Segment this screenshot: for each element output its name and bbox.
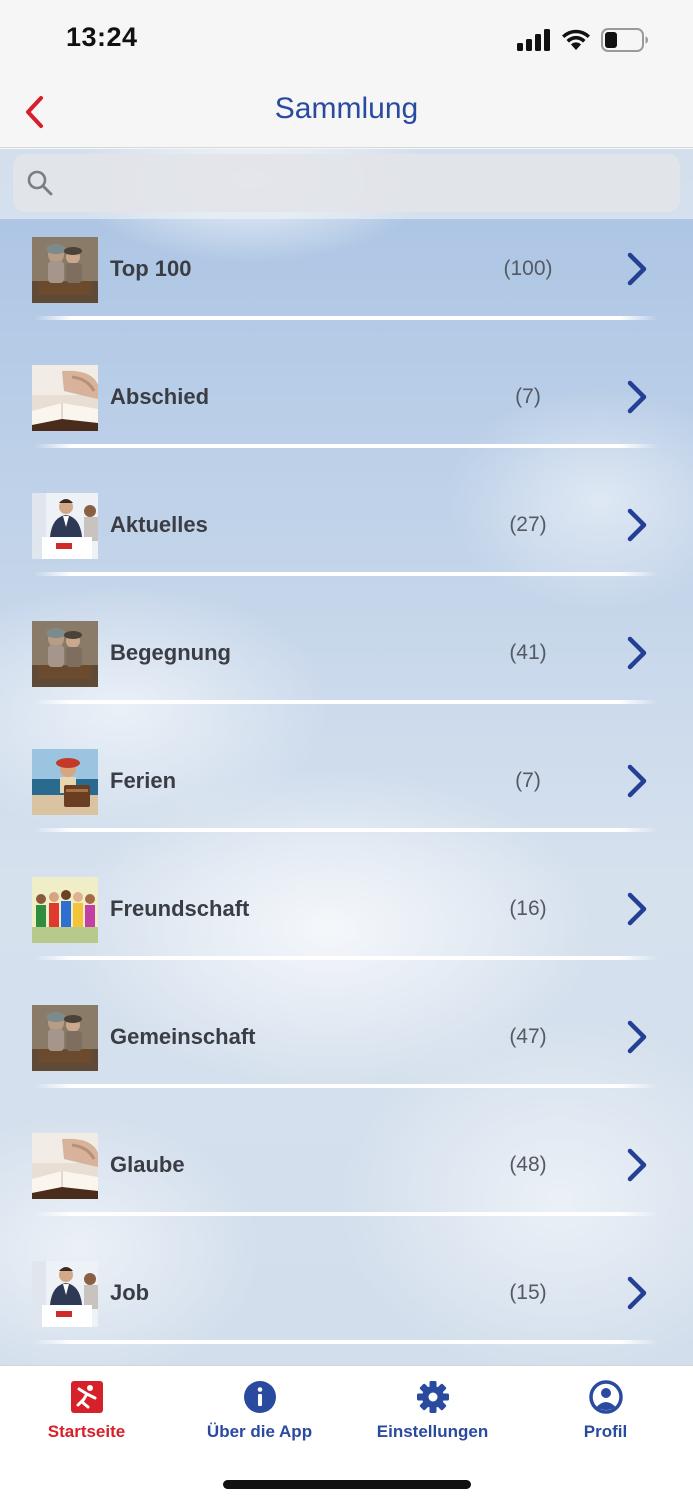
chevron-right-icon <box>622 1019 652 1055</box>
status-bar: 13:24 <box>0 0 693 76</box>
list-item-label: Top 100 <box>110 256 192 281</box>
list-item-count: (48) <box>509 1153 547 1176</box>
hands-bible-thumbnail <box>32 1133 98 1199</box>
list-item-label: Glaube <box>110 1152 185 1177</box>
wifi-icon <box>562 29 590 50</box>
tab-label-ueber-die-app: Über die App <box>206 1422 313 1441</box>
list-item[interactable]: Gemeinschaft (47) <box>0 941 693 1088</box>
status-icons <box>517 26 649 54</box>
home-logo-icon <box>70 1381 103 1413</box>
list-item-label: Begegnung <box>110 640 231 665</box>
chevron-right-icon <box>622 635 652 671</box>
office-meeting-thumbnail <box>32 493 98 559</box>
tab-label-startseite: Startseite <box>47 1422 126 1441</box>
search-icon <box>27 170 53 196</box>
tab-ueber-die-app[interactable]: Über die App <box>173 1366 346 1456</box>
beach-child-thumbnail <box>32 749 98 815</box>
list-divider <box>34 1340 658 1344</box>
couple-thumbnail <box>32 621 98 687</box>
tab-label-einstellungen: Einstellungen <box>376 1422 489 1441</box>
status-time: 13:24 <box>66 22 138 52</box>
list-item-count: (7) <box>515 385 541 408</box>
couple-thumbnail <box>32 1005 98 1071</box>
list-item-count: (16) <box>509 897 547 920</box>
chevron-right-icon <box>622 763 652 799</box>
tab-bar: Startseite Über die App Einstellungen Pr… <box>0 1365 693 1500</box>
home-indicator <box>223 1480 471 1489</box>
category-list: Top 100 (100) Abschied (7) Aktuelles (27) Bege… <box>0 173 693 1344</box>
list-item-count: (41) <box>509 641 547 664</box>
list-item-label: Gemeinschaft <box>110 1024 256 1049</box>
search-input[interactable] <box>13 154 680 212</box>
list-item[interactable]: Begegnung (41) <box>0 557 693 704</box>
list-item[interactable]: Job (15) <box>0 1197 693 1344</box>
list-item-count: (47) <box>509 1025 547 1048</box>
list-item-count: (15) <box>509 1281 547 1304</box>
list-item[interactable]: Glaube (48) <box>0 1069 693 1216</box>
chevron-right-icon <box>622 891 652 927</box>
chevron-right-icon <box>622 251 652 287</box>
list-item[interactable]: Ferien (7) <box>0 685 693 832</box>
chevron-right-icon <box>622 507 652 543</box>
children-group-thumbnail <box>32 877 98 943</box>
list-item-label: Job <box>110 1280 150 1305</box>
navigation-bar: Sammlung <box>0 76 693 148</box>
battery-icon <box>601 28 648 52</box>
info-icon <box>243 1381 276 1413</box>
content-area: Top 100 (100) Abschied (7) Aktuelles (27) Bege… <box>0 149 693 1365</box>
list-item-count: (100) <box>503 257 553 280</box>
list-item[interactable]: Aktuelles (27) <box>0 429 693 576</box>
tab-einstellungen[interactable]: Einstellungen <box>346 1366 519 1456</box>
office-meeting-thumbnail <box>32 1261 98 1327</box>
page-title: Sammlung <box>274 92 419 125</box>
list-item-label: Ferien <box>110 768 177 793</box>
tab-startseite[interactable]: Startseite <box>0 1366 173 1456</box>
profile-icon <box>588 1380 623 1414</box>
list-item[interactable]: Freundschaft (16) <box>0 813 693 960</box>
list-item-label: Aktuelles <box>110 512 208 537</box>
couple-thumbnail <box>32 237 98 303</box>
chevron-right-icon <box>622 1147 652 1183</box>
list-item-label: Abschied <box>110 384 210 409</box>
list-item-label: Freundschaft <box>110 896 250 921</box>
chevron-right-icon <box>622 379 652 415</box>
tab-profil[interactable]: Profil <box>519 1366 692 1456</box>
cellular-signal-icon <box>517 29 550 51</box>
search-bar <box>0 149 693 219</box>
gear-icon <box>416 1381 449 1413</box>
list-item-count: (7) <box>515 769 541 792</box>
list-item-count: (27) <box>509 513 547 536</box>
hands-bible-thumbnail <box>32 365 98 431</box>
tab-label-profil: Profil <box>583 1422 628 1441</box>
list-item[interactable]: Abschied (7) <box>0 301 693 448</box>
chevron-right-icon <box>622 1275 652 1311</box>
